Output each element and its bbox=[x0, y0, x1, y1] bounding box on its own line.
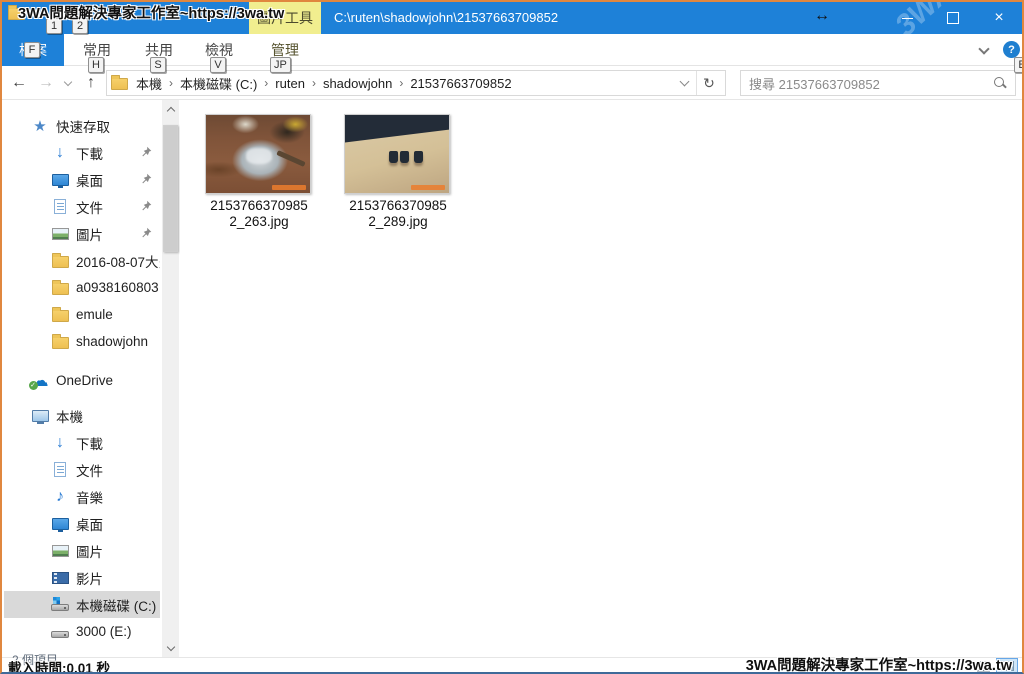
folder-icon bbox=[52, 337, 69, 349]
file-thumbnail-263[interactable] bbox=[205, 114, 311, 194]
sidebar-item-documents[interactable]: 文件 bbox=[4, 456, 160, 483]
sidebar-item-documents-qa[interactable]: 文件 bbox=[4, 193, 160, 220]
sidebar-item-videos[interactable]: 影片 bbox=[4, 564, 160, 591]
address-folder-icon bbox=[111, 78, 128, 90]
keytip-share: S bbox=[150, 57, 166, 73]
search-input[interactable]: 搜尋 21537663709852 bbox=[740, 70, 1016, 96]
file-name[interactable]: 2153766370985 2_263.jpg bbox=[194, 198, 324, 230]
file-thumbnail-289[interactable] bbox=[344, 114, 450, 194]
sidebar-item-desktop-qa[interactable]: 桌面 bbox=[4, 166, 160, 193]
back-button[interactable]: ← bbox=[6, 66, 32, 100]
sidebar-item-folder-2016-08-07[interactable]: 2016-08-07大多 bbox=[4, 247, 160, 274]
forward-button[interactable]: → bbox=[34, 66, 58, 100]
breadcrumb-separator: › bbox=[399, 76, 403, 90]
refresh-icon[interactable]: ↻ bbox=[697, 75, 721, 92]
close-button[interactable]: × bbox=[976, 2, 1022, 34]
watermark-top-left: 3WA問題解決專家工作室~https://3wa.tw bbox=[18, 2, 284, 23]
breadcrumb-shadowjohn[interactable]: shadowjohn bbox=[323, 76, 392, 91]
folder-icon bbox=[52, 283, 69, 295]
help-icon[interactable]: ? bbox=[1003, 41, 1020, 58]
breadcrumb-separator: › bbox=[312, 76, 316, 90]
navigation-pane: ★ 快速存取 ↓ 下載 桌面 文件 圖片 2016-08-07大多 bbox=[4, 112, 160, 645]
photo-timestamp bbox=[411, 185, 445, 190]
folder-icon bbox=[52, 256, 69, 268]
desktop-icon bbox=[52, 518, 69, 530]
recent-locations-chevron-icon[interactable] bbox=[60, 66, 76, 100]
search-icon[interactable] bbox=[993, 76, 1007, 90]
thumbnail-photo-metal-parts bbox=[206, 115, 310, 193]
sidebar-item-pictures[interactable]: 圖片 bbox=[4, 537, 160, 564]
keytip-manage: JP bbox=[270, 57, 291, 73]
sidebar-item-folder-emule[interactable]: emule bbox=[4, 301, 160, 328]
breadcrumb-this-pc[interactable]: 本機 bbox=[136, 74, 162, 93]
sidebar-item-onedrive[interactable]: ☁ OneDrive bbox=[4, 367, 160, 394]
sidebar-item-downloads[interactable]: ↓ 下載 bbox=[4, 429, 160, 456]
keytip-help: E bbox=[1014, 57, 1024, 73]
minimize-button[interactable] bbox=[884, 2, 930, 34]
sidebar-item-drive-c[interactable]: 本機磁碟 (C:) bbox=[4, 591, 160, 618]
sidebar-scrollbar[interactable] bbox=[162, 100, 179, 657]
downloads-icon: ↓ bbox=[56, 434, 64, 452]
sidebar-item-folder-a0938160803[interactable]: a0938160803 bbox=[4, 274, 160, 301]
breadcrumb-current-folder[interactable]: 21537663709852 bbox=[410, 76, 511, 91]
sidebar-item-drive-e[interactable]: 3000 (E:) bbox=[4, 618, 160, 645]
documents-icon bbox=[54, 199, 66, 214]
sidebar-item-pictures-qa[interactable]: 圖片 bbox=[4, 220, 160, 247]
scroll-down-icon[interactable] bbox=[162, 640, 179, 657]
pin-icon bbox=[141, 173, 152, 184]
drive-e-icon bbox=[51, 631, 69, 638]
scroll-up-icon[interactable] bbox=[162, 100, 179, 117]
pin-icon bbox=[141, 227, 152, 238]
pictures-icon bbox=[52, 545, 69, 557]
file-tile[interactable]: 2153766370985 2_263.jpg bbox=[205, 114, 313, 230]
breadcrumb-separator: › bbox=[169, 76, 173, 90]
desktop-icon bbox=[52, 174, 69, 186]
window-title: C:\ruten\shadowjohn\21537663709852 bbox=[334, 2, 558, 34]
sidebar-item-music[interactable]: ♪ 音樂 bbox=[4, 483, 160, 510]
sidebar-item-downloads-qa[interactable]: ↓ 下載 bbox=[4, 139, 160, 166]
file-name[interactable]: 2153766370985 2_289.jpg bbox=[333, 198, 463, 230]
sidebar-item-this-pc[interactable]: 本機 bbox=[4, 402, 160, 429]
file-tile[interactable]: 2153766370985 2_289.jpg bbox=[344, 114, 452, 230]
documents-icon bbox=[54, 462, 66, 477]
pin-icon bbox=[141, 146, 152, 157]
onedrive-icon: ☁ bbox=[32, 374, 49, 388]
thumbnail-photo-caps-on-desk bbox=[345, 115, 449, 193]
breadcrumb-separator: › bbox=[264, 76, 268, 90]
watermark-bottom-right: 3WA問題解決專家工作室~https://3wa.tw bbox=[746, 654, 1012, 674]
pictures-icon bbox=[52, 228, 69, 240]
downloads-icon: ↓ bbox=[56, 144, 64, 162]
watermark-load-time: 載入時間:0.01 秒 bbox=[8, 657, 110, 674]
explorer-window: 1 2 圖片工具 C:\ruten\shadowjohn\21537663709… bbox=[0, 0, 1024, 674]
breadcrumb-ruten[interactable]: ruten bbox=[275, 76, 305, 91]
quick-access-star-icon: ★ bbox=[33, 117, 46, 135]
folder-icon bbox=[52, 310, 69, 322]
photo-timestamp bbox=[272, 185, 306, 190]
search-placeholder: 搜尋 21537663709852 bbox=[749, 74, 993, 93]
scrollbar-thumb[interactable] bbox=[163, 125, 178, 252]
keytip-home: H bbox=[88, 57, 104, 73]
keytip-file: F bbox=[24, 42, 40, 58]
keytip-view: V bbox=[210, 57, 226, 73]
this-pc-icon bbox=[32, 410, 49, 422]
resize-cursor-icon: ↔ bbox=[814, 7, 830, 25]
pin-icon bbox=[141, 200, 152, 211]
address-bar[interactable]: 本機 › 本機磁碟 (C:) › ruten › shadowjohn › 21… bbox=[106, 70, 726, 96]
sidebar-item-desktop[interactable]: 桌面 bbox=[4, 510, 160, 537]
sidebar-item-folder-shadowjohn[interactable]: shadowjohn bbox=[4, 328, 160, 355]
sidebar-item-quick-access[interactable]: ★ 快速存取 bbox=[4, 112, 160, 139]
address-dropdown-chevron-icon[interactable] bbox=[680, 77, 690, 87]
drive-c-icon bbox=[51, 604, 69, 611]
breadcrumb-drive-c[interactable]: 本機磁碟 (C:) bbox=[180, 74, 257, 93]
videos-icon bbox=[52, 572, 69, 584]
maximize-button[interactable] bbox=[930, 2, 976, 34]
file-list: 2153766370985 2_263.jpg 2153766370985 2_… bbox=[180, 100, 1022, 657]
expand-ribbon-chevron-icon[interactable] bbox=[978, 43, 989, 54]
music-icon: ♪ bbox=[56, 488, 64, 506]
